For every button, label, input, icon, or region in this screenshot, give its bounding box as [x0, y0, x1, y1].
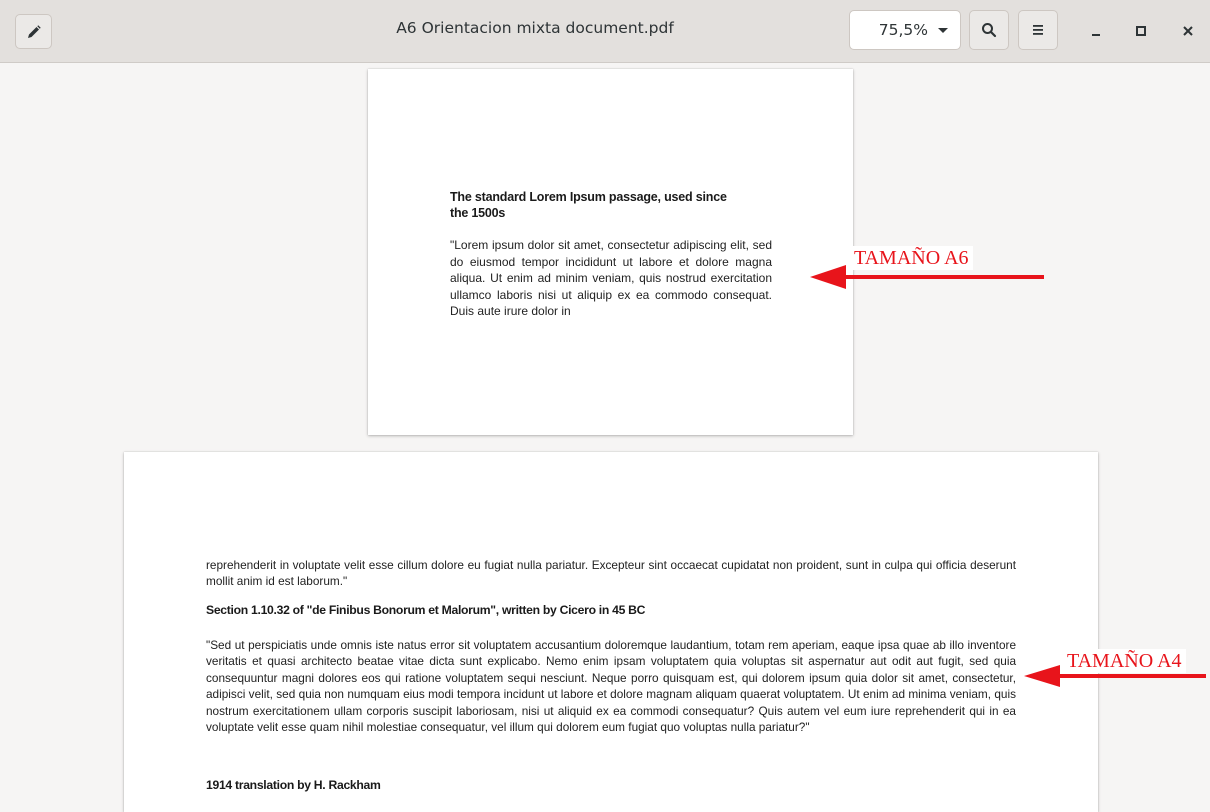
- section-heading: Section 1.10.32 of "de Finibus Bonorum e…: [206, 603, 646, 617]
- page-heading: The standard Lorem Ipsum passage, used s…: [450, 190, 727, 220]
- section-heading: 1914 translation by H. Rackham: [206, 778, 381, 792]
- zoom-dropdown[interactable]: 75,5%: [849, 10, 961, 50]
- maximize-button[interactable]: [1124, 14, 1158, 48]
- search-icon: [982, 23, 997, 38]
- search-button[interactable]: [969, 10, 1009, 50]
- chevron-down-icon: [938, 27, 948, 33]
- maximize-icon: [1136, 26, 1146, 36]
- header-bar: A6 Orientacion mixta document.pdf 75,5%: [0, 0, 1210, 63]
- page-paragraph: "Lorem ipsum dolor sit amet, consectetur…: [450, 238, 772, 318]
- page-paragraph: "Sed ut perspiciatis unde omnis iste nat…: [206, 638, 1016, 735]
- hamburger-menu-icon: [1033, 25, 1043, 35]
- menu-button[interactable]: [1018, 10, 1058, 50]
- pdf-page-a4: reprehenderit in voluptate velit esse ci…: [124, 452, 1098, 812]
- close-button[interactable]: [1171, 14, 1205, 48]
- arrow-icon: [1024, 665, 1206, 687]
- minimize-button[interactable]: [1079, 14, 1113, 48]
- minimize-icon: [1092, 34, 1100, 36]
- pdf-page-a6: The standard Lorem Ipsum passage, used s…: [368, 69, 853, 435]
- zoom-value: 75,5%: [878, 21, 928, 39]
- close-icon: [1183, 26, 1193, 36]
- arrow-icon: [810, 265, 1044, 289]
- page-paragraph: reprehenderit in voluptate velit esse ci…: [206, 558, 1016, 589]
